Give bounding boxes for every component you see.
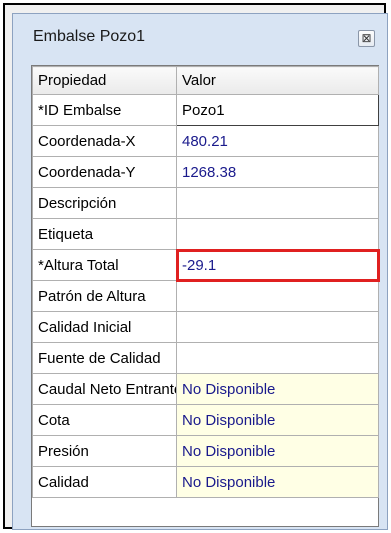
table-row[interactable]: *Altura Total -29.1 [32,248,380,282]
table-row[interactable]: Coordenada-Y 1268.38 [32,156,379,188]
column-header-value: Valor [176,66,379,95]
property-name: Calidad Inicial [32,311,177,343]
table-row[interactable]: *ID Embalse Pozo1 [32,94,379,126]
property-name: Caudal Neto Entrante [32,373,177,405]
property-name: Presión [32,435,177,467]
property-value-readonly: No Disponible [176,404,379,436]
property-name: Patrón de Altura [32,280,177,312]
table-row[interactable]: Patrón de Altura [32,280,379,312]
close-icon[interactable]: ⊠ [358,30,375,47]
property-value[interactable] [176,218,379,250]
property-value-readonly: No Disponible [176,466,379,498]
property-value[interactable]: 480.21 [176,125,379,157]
column-header-property: Propiedad [32,66,177,95]
table-row[interactable]: Descripción [32,187,379,219]
property-editor-panel: Embalse Pozo1 ⊠ Propiedad Valor *ID Emba… [12,13,388,530]
property-name: Fuente de Calidad [32,342,177,374]
table-row[interactable]: Calidad Inicial [32,311,379,343]
property-value[interactable] [176,187,379,219]
table-row[interactable]: Fuente de Calidad [32,342,379,374]
table-row[interactable]: Caudal Neto Entrante No Disponible [32,373,379,405]
property-value-input[interactable]: Pozo1 [176,94,379,126]
table-row[interactable]: Coordenada-X 480.21 [32,125,379,157]
property-value-readonly: No Disponible [176,435,379,467]
property-grid: Propiedad Valor *ID Embalse Pozo1 Coorde… [31,65,380,527]
property-name: Cota [32,404,177,436]
table-row[interactable]: Cota No Disponible [32,404,379,436]
table-row[interactable]: Presión No Disponible [32,435,379,467]
property-name: Coordenada-Y [32,156,177,188]
property-value[interactable] [176,342,379,374]
property-name: Descripción [32,187,177,219]
property-value[interactable] [176,311,379,343]
property-value-readonly: No Disponible [176,373,379,405]
property-name: Calidad [32,466,177,498]
property-value[interactable]: 1268.38 [176,156,379,188]
property-name: *Altura Total [32,249,177,281]
property-name: Etiqueta [32,218,177,250]
window-title: Embalse Pozo1 [33,28,146,45]
table-row[interactable]: Etiqueta [32,218,379,250]
property-value-highlighted[interactable]: -29.1 [175,248,380,282]
title-bar: Embalse Pozo1 ⊠ [13,14,387,58]
property-value[interactable] [176,280,379,312]
window-frame: Embalse Pozo1 ⊠ Propiedad Valor *ID Emba… [3,3,388,530]
property-name: *ID Embalse [32,94,177,126]
table-row[interactable]: Calidad No Disponible [32,466,379,498]
table-header: Propiedad Valor [32,66,379,95]
property-name: Coordenada-X [32,125,177,157]
